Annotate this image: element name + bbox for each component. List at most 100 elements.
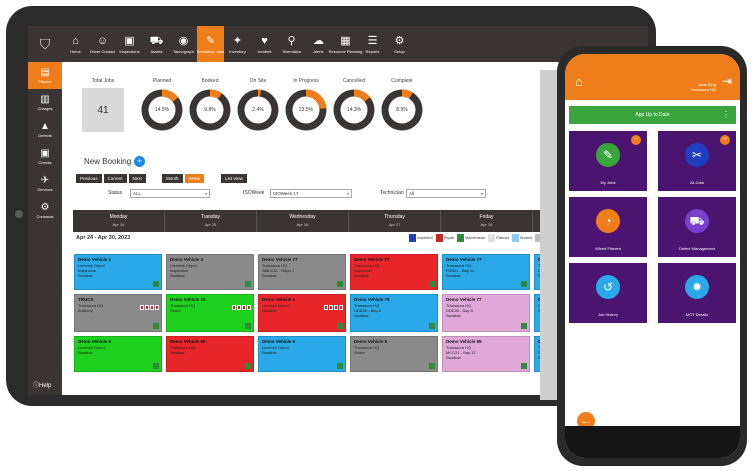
tachograph-icon: ◉ <box>178 34 189 47</box>
new-booking: New Booking + <box>84 156 146 167</box>
nav-item-resource-planning[interactable]: ▦ Resource Planning <box>329 26 363 62</box>
sidebar-item-label: Defects <box>38 133 52 138</box>
month-view-button[interactable]: Month <box>162 174 183 183</box>
nav-item-setup[interactable]: ⚙ Setup <box>386 26 413 62</box>
tile-mot-details[interactable]: ✹ MOT Details <box>658 263 736 323</box>
job-card-detail: Share <box>354 350 365 355</box>
nav-item-label: Alerts <box>313 48 324 54</box>
tile-label: MOT Details <box>685 312 709 317</box>
donut-label: On Site <box>249 78 267 84</box>
day-header-friday: Friday Apr 28 <box>441 210 533 232</box>
sidebar-item-planner[interactable]: ▤ Planner <box>28 62 62 89</box>
filters-bar: Status ALL ISOWeek ISOWeek 17 Technician… <box>108 189 528 199</box>
job-card[interactable]: Demo Vehicle 55 Transaura HQ Swallow <box>166 336 254 372</box>
job-card[interactable]: Demo Vehicle 10 Transaura HQ Share <box>166 294 254 332</box>
job-card-detail: Swallow <box>170 350 185 355</box>
legend-swatch <box>409 234 416 242</box>
previous-button[interactable]: Previous <box>76 174 102 183</box>
day-header-thursday: Thursday Apr 27 <box>349 210 441 232</box>
donut-value: 14.3% <box>346 107 362 113</box>
tile-minus-badge[interactable]: − <box>720 135 730 145</box>
tile-all-jobs[interactable]: ✂ All Jobs − <box>658 131 736 191</box>
help-button[interactable]: ⓘHelp <box>33 380 51 389</box>
nav-item-workshop-jobs[interactable]: ✎ Workshop Jobs <box>197 26 224 62</box>
nav-item-label: Setup <box>394 48 405 54</box>
tile-my-jobs[interactable]: ✎ My Jobs − <box>569 131 647 191</box>
alerts-icon: ☁ <box>313 34 324 47</box>
current-button[interactable]: Current <box>103 174 127 183</box>
nav-item-alerts[interactable]: ☁ Alerts <box>305 26 332 62</box>
sidebar-item-checks[interactable]: ▣ Checks <box>28 143 62 170</box>
nav-item-home[interactable]: ⌂ Home <box>62 26 89 62</box>
telematics-icon: ⚲ <box>287 34 296 47</box>
donut-label: Complete <box>391 78 413 84</box>
more-menu-icon[interactable]: ⋮ <box>722 110 730 120</box>
nav-item-reports[interactable]: ☰ Reports <box>359 26 386 62</box>
job-type-badge <box>153 323 159 329</box>
nav-item-label: Incident <box>257 48 272 54</box>
inventory-icon: ✦ <box>232 34 243 47</box>
donut-label: In Progress <box>293 78 319 84</box>
assets-icon: ⛟ <box>149 34 164 47</box>
add-booking-button[interactable]: + <box>134 156 146 167</box>
sidebar-item-defects[interactable]: ▲ Defects <box>28 116 62 143</box>
nav-item-assets[interactable]: ⛟ Assets <box>143 26 170 62</box>
tile-minus-badge[interactable]: − <box>631 135 641 145</box>
job-card[interactable]: Demo Vehicle 55 Transaura HQ MCC21 - Bay 1… <box>442 336 530 372</box>
legend-label: Repair <box>443 236 455 240</box>
nav-item-tachograph[interactable]: ◉ Tachograph <box>170 26 197 62</box>
job-type-badge <box>521 323 527 329</box>
logout-icon[interactable]: ⇥ <box>722 74 732 88</box>
tablet-home-button[interactable] <box>15 210 23 218</box>
job-card[interactable]: Demo Vehicle 3 Limerick Depot Inspection Sw… <box>166 254 254 290</box>
nav-item-telematics[interactable]: ⚲ Telematics <box>278 26 305 62</box>
sidebar-item-label: Checks <box>38 160 52 165</box>
job-card-technician: Swallow <box>354 273 369 278</box>
legend-swatch <box>435 234 443 242</box>
legend-label: Maintenance <box>465 236 486 240</box>
list-view-button[interactable]: List View <box>221 174 247 183</box>
job-card-technician: Swallow <box>446 313 461 318</box>
view-buttons: Month Week <box>162 174 204 183</box>
job-card[interactable]: Demo Vehicle 1 Limerick Depot Swallow <box>258 294 346 332</box>
job-card[interactable]: Demo Vehicle 77 Transaura HQ WALK14 - Repo… <box>258 254 346 290</box>
day-name: Monday <box>109 214 128 220</box>
nav-item-inventory[interactable]: ✦ Inventory <box>224 26 251 62</box>
sidebar-item-contracts[interactable]: ⚙ Contracts <box>28 197 62 224</box>
tile-defect-management[interactable]: ⛟ Defect Management <box>658 197 736 257</box>
sidebar-item-services[interactable]: ✈ Services <box>28 170 62 197</box>
day-header-wednesday: Wednesday Apr 26 <box>257 210 349 232</box>
home-icon[interactable]: ⌂ <box>575 74 583 89</box>
technician-select[interactable]: All <box>406 189 486 198</box>
nav-item-label: Tachograph <box>173 48 194 54</box>
defect-pip <box>334 305 338 310</box>
isoweek-select[interactable]: ISOWeek 17 <box>270 189 352 198</box>
job-card[interactable]: Demo Vehicle 5 Limerick Depot Swallow <box>74 336 162 372</box>
job-card[interactable]: Demo Vehicle 75 Transaura HQ DDE26 - Bay 8… <box>350 294 438 332</box>
workshop-icon: ✎ <box>205 34 216 47</box>
job-card[interactable]: Demo Vehicle 77 Transaura HQ Inspection Swa… <box>350 254 438 290</box>
nav-item-incident[interactable]: ♥ Incident <box>251 26 278 62</box>
week-view-button[interactable]: Week <box>184 174 204 183</box>
nav-item-driver-contact[interactable]: ☺ Driver Contact <box>89 26 116 62</box>
sidebar-item-charges[interactable]: ▥ Charges <box>28 89 62 116</box>
nav-item-inspections[interactable]: ▣ Inspections <box>116 26 143 62</box>
gear-icon: ✹ <box>685 275 709 299</box>
day-name: Friday <box>479 214 494 220</box>
job-card[interactable]: Demo Vehicle 5 Transaura HQ Share <box>350 336 438 372</box>
next-button[interactable]: Next <box>128 174 146 183</box>
job-card[interactable]: Demo Vehicle 5 Limerick Depot Swallow <box>258 336 346 372</box>
phone-frame: ⌂ Jane King Transaura HQ ⇥ App Up to Dat… <box>557 46 747 466</box>
job-card[interactable]: Demo Vehicle 77 Transaura HQ DDE26 - Bay 8… <box>442 294 530 332</box>
status-select[interactable]: ALL <box>130 189 210 198</box>
job-card[interactable]: TRUCK Transaura HQ Anthony <box>74 294 162 332</box>
legend-swatch <box>512 234 520 242</box>
tile-job-history[interactable]: ↺ Job History <box>569 263 647 323</box>
job-card[interactable]: Demo Vehicle 1 Limerick Depot Inspection Sw… <box>74 254 162 290</box>
job-card[interactable]: Demo Vehicle 77 Transaura HQ FDB21 - Bay 1… <box>442 254 530 290</box>
phone-user-depot: Transaura HQ <box>690 87 716 92</box>
legend-swatch <box>457 234 465 242</box>
app-logo[interactable]: ⛉ <box>28 26 62 62</box>
tile-wheel-fitment[interactable]: ◔ Wheel Fitment <box>569 197 647 257</box>
defect-indicators <box>140 305 159 310</box>
